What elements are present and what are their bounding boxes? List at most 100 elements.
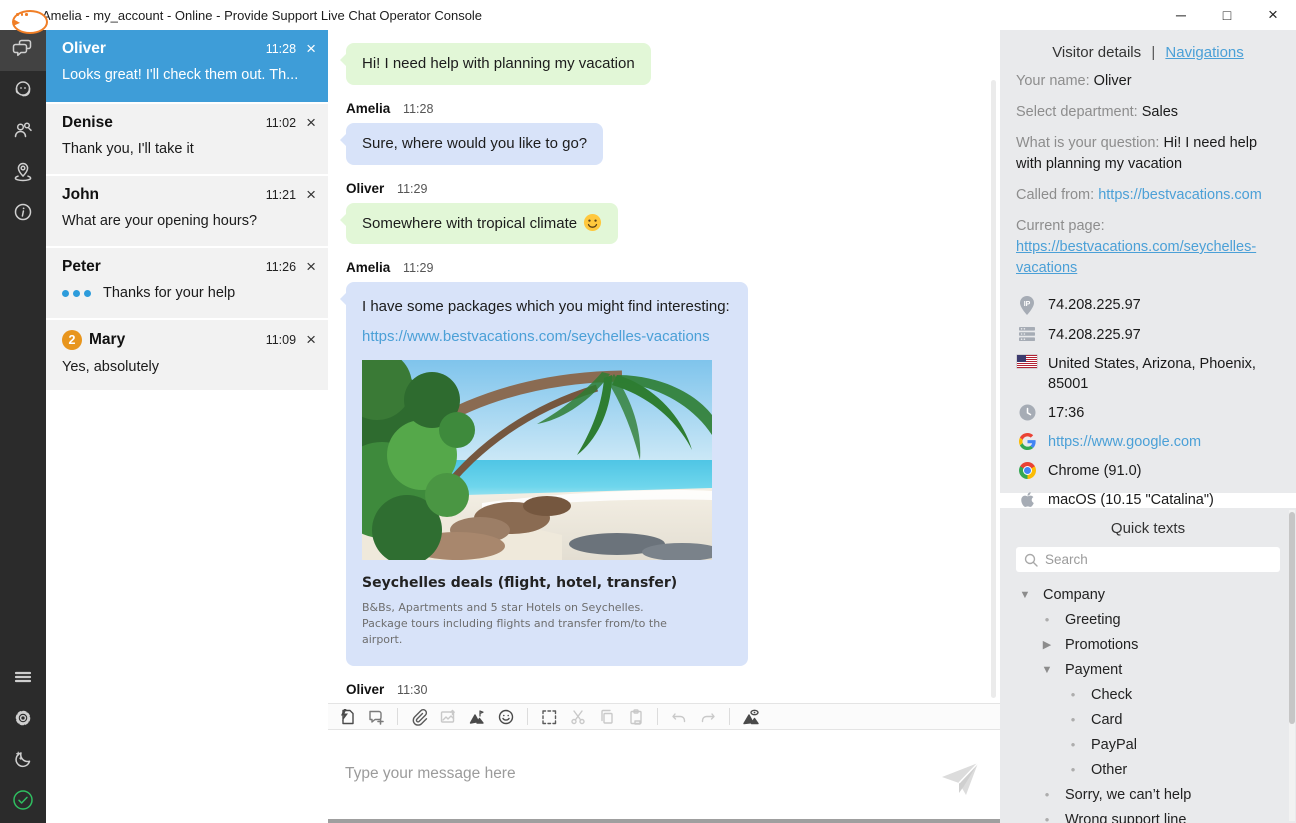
- tree-item-other[interactable]: • Other: [1016, 757, 1280, 782]
- referrer-link[interactable]: https://www.google.com: [1048, 432, 1201, 452]
- sender-name: Oliver: [346, 181, 384, 196]
- info-row-host: 74.208.225.97: [1016, 325, 1280, 345]
- view-image-icon[interactable]: [740, 707, 762, 727]
- chat-name: Mary: [89, 331, 125, 349]
- info-row-location: United States, Arizona, Phoenix, 85001: [1016, 354, 1280, 394]
- chat-list-item-oliver[interactable]: Oliver 11:28 × Looks great! I'll check t…: [46, 30, 328, 102]
- add-canned-response-icon[interactable]: [365, 707, 387, 727]
- tree-item-sorry-we-cant-help[interactable]: • Sorry, we can’t help: [1016, 782, 1280, 807]
- chat-bubbles-icon: [12, 37, 34, 64]
- tree-item-card[interactable]: • Card: [1016, 707, 1280, 732]
- chat-preview: Thanks for your help: [103, 285, 235, 301]
- chat-list-item-mary[interactable]: 2 Mary 11:09 × Yes, absolutely: [46, 320, 328, 390]
- select-area-icon[interactable]: [538, 707, 560, 727]
- expanded-arrow-icon[interactable]: ▼: [1018, 589, 1032, 601]
- maximize-button[interactable]: □: [1204, 0, 1250, 30]
- tree-item-wrong-support-line[interactable]: • Wrong support line: [1016, 807, 1280, 823]
- tree-item-payment[interactable]: ▼ Payment: [1016, 657, 1280, 682]
- quick-texts-search[interactable]: [1016, 547, 1280, 572]
- bullet-icon: •: [1040, 812, 1054, 823]
- chat-name: Peter: [62, 258, 101, 276]
- tree-label: Check: [1091, 687, 1132, 703]
- attach-file-icon[interactable]: [408, 707, 430, 727]
- expanded-arrow-icon[interactable]: ▼: [1040, 664, 1054, 676]
- chat-list: Oliver 11:28 × Looks great! I'll check t…: [46, 30, 328, 823]
- chat-time: 11:09: [266, 333, 296, 347]
- field-label: Current page:: [1016, 218, 1105, 234]
- send-button[interactable]: [938, 757, 982, 801]
- sidebar-item-chats[interactable]: [0, 30, 46, 71]
- tab-visitor-details[interactable]: Visitor details: [1052, 44, 1141, 61]
- sidebar-item-location[interactable]: [0, 153, 46, 194]
- svg-text:IP: IP: [1024, 301, 1031, 308]
- tree-item-paypal[interactable]: • PayPal: [1016, 732, 1280, 757]
- seychelles-beach-image[interactable]: [362, 360, 712, 560]
- bullet-icon: •: [1040, 787, 1054, 802]
- host-address: 74.208.225.97: [1048, 325, 1141, 345]
- link-preview-card[interactable]: Seychelles deals (flight, hotel, transfe…: [362, 360, 730, 648]
- collapsed-arrow-icon[interactable]: ▶: [1040, 638, 1054, 651]
- composer-toolbar: [328, 703, 1000, 730]
- chat-list-item-denise[interactable]: Denise 11:02 × Thank you, I'll take it: [46, 104, 328, 174]
- ip-pin-icon: IP: [1016, 295, 1038, 316]
- apple-icon: [1016, 490, 1038, 510]
- current-page-link[interactable]: https://bestvacations.com/seychelles-vac…: [1016, 239, 1256, 276]
- chrome-icon: [1016, 461, 1038, 481]
- sidebar-item-online-status[interactable]: [0, 782, 46, 823]
- info-row-local-time: 17:36: [1016, 403, 1280, 423]
- message-input[interactable]: [328, 731, 1000, 817]
- sidebar-item-info[interactable]: [0, 194, 46, 235]
- field-value: Oliver: [1094, 73, 1132, 89]
- chat-preview: Looks great! I'll check them out. Th...: [62, 67, 316, 83]
- online-check-icon: [11, 788, 35, 817]
- cut-icon: [567, 707, 589, 727]
- tree-item-greeting[interactable]: • Greeting: [1016, 607, 1280, 632]
- messages-scrollbar[interactable]: [991, 80, 996, 698]
- quick-texts-section: Quick texts ▼ Company • Greeting ▶ Promo…: [1000, 508, 1296, 823]
- close-chat-icon[interactable]: ×: [306, 42, 316, 56]
- info-row-browser: Chrome (91.0): [1016, 461, 1280, 481]
- bullet-icon: •: [1066, 712, 1080, 727]
- chat-preview: Thank you, I'll take it: [62, 141, 316, 157]
- sidebar-item-settings[interactable]: [0, 700, 46, 741]
- browser-version: Chrome (91.0): [1048, 461, 1141, 481]
- tree-item-company[interactable]: ▼ Company: [1016, 582, 1280, 607]
- push-image-icon[interactable]: [466, 707, 488, 727]
- tree-label: Wrong support line: [1065, 812, 1186, 823]
- close-chat-icon[interactable]: ×: [306, 333, 316, 347]
- sidebar-item-visitors[interactable]: [0, 112, 46, 153]
- tree-label: Payment: [1065, 662, 1122, 678]
- chat-list-item-john[interactable]: John 11:21 × What are your opening hours…: [46, 176, 328, 246]
- nav-sidebar: [0, 30, 46, 823]
- search-input[interactable]: [1045, 552, 1272, 567]
- chat-name: Denise: [62, 114, 113, 132]
- tab-navigations[interactable]: Navigations: [1165, 44, 1243, 61]
- search-icon: [1024, 553, 1038, 567]
- canned-responses-icon[interactable]: [336, 707, 358, 727]
- close-chat-icon[interactable]: ×: [306, 116, 316, 130]
- sender-name: Amelia: [346, 260, 390, 275]
- message-time: 11:29: [397, 182, 427, 196]
- close-button[interactable]: ×: [1250, 0, 1296, 30]
- chat-name: John: [62, 186, 99, 204]
- close-chat-icon[interactable]: ×: [306, 260, 316, 274]
- panel-scrollbar-thumb[interactable]: [1289, 512, 1295, 724]
- sidebar-item-dark-mode[interactable]: [0, 741, 46, 782]
- host-icon: [1016, 325, 1038, 345]
- vacation-link[interactable]: https://www.bestvacations.com/seychelles…: [362, 326, 710, 348]
- close-chat-icon[interactable]: ×: [306, 188, 316, 202]
- tree-item-promotions[interactable]: ▶ Promotions: [1016, 632, 1280, 657]
- called-from-link[interactable]: https://bestvacations.com: [1098, 187, 1262, 203]
- sender-name: Amelia: [346, 101, 390, 116]
- insert-emoji-icon[interactable]: [495, 707, 517, 727]
- operator-message-bubble: I have some packages which you might fin…: [346, 282, 748, 666]
- sender-line: Amelia 11:29: [346, 260, 982, 275]
- sidebar-item-operator[interactable]: [0, 71, 46, 112]
- sidebar-item-menu[interactable]: [0, 659, 46, 700]
- chat-preview: Yes, absolutely: [62, 359, 316, 375]
- tree-label: PayPal: [1091, 737, 1137, 753]
- chat-list-item-peter[interactable]: Peter 11:26 × Thanks for your help: [46, 248, 328, 318]
- tree-item-check[interactable]: • Check: [1016, 682, 1280, 707]
- info-row-os: macOS (10.15 "Catalina"): [1016, 490, 1280, 510]
- minimize-button[interactable]: ─: [1158, 0, 1204, 30]
